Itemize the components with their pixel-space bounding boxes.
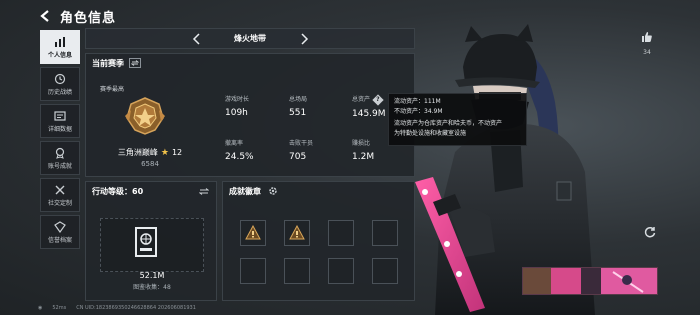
gear-icon[interactable] [268,186,278,196]
achievement-slot-empty[interactable] [372,220,398,246]
achievement-slot-empty[interactable] [328,258,354,284]
stat-value: 24.5% [225,152,254,162]
wifi-icon: ◉ [38,305,43,311]
credit-file-icon [54,220,66,233]
nav-label: 个人信息 [47,51,72,59]
panel-title: 成就徽章 [229,186,261,196]
season-best-label: 赛季最高 [100,86,125,93]
achievement-slot-empty[interactable] [240,258,266,284]
status-footer: ◉ 52ms CN UID:1823869350246628864 202606… [38,305,196,311]
assets-tooltip: 流动资产：111M 不动资产：34.9M 流动资产为仓库资产和哈夫币，不动资产 … [388,93,527,146]
collection-value: 52.1M [139,271,165,280]
action-level-panel: 行动等级：60 52.1M 图鉴收集：48 [85,181,217,301]
rank-emblem-icon [125,97,165,135]
stat-value: 145.9M [352,109,386,119]
stat-operators-defeated: 击败干员 705 [289,138,313,162]
stat-label: 游戏时长 [225,96,250,103]
nav-item-credit-file[interactable]: 信誉档案 [40,215,80,249]
star-icon: ★ [160,147,169,158]
tooltip-fixed-assets: 不动资产：34.9M [394,107,443,115]
nav-item-social-custom[interactable]: 社交定制 [40,178,80,212]
stat-total-assets: 总资产? 145.9M [352,94,386,119]
stat-value: 109h [225,108,248,118]
stat-label-text: 总资产 [352,96,371,103]
panel-title: 当前赛季 [92,58,124,68]
season-stats-panel: 当前赛季 赛季最高 三角洲巅峰 ★ 12 6584 游戏时长 109h 总场局 … [85,53,415,177]
stat-profit-loss-ratio: 赚损比 1.2M [352,138,374,162]
achievement-slot-empty[interactable] [372,258,398,284]
refresh-icon[interactable] [643,225,657,239]
rank-name: 三角洲巅峰 [117,148,158,157]
warning-badge-icon [245,225,261,240]
side-nav: 个人信息 历史战绩 详细数据 账号成就 社交定制 信誉档案 [40,30,80,252]
nav-item-achievements[interactable]: 账号成就 [40,141,80,175]
tooltip-note-line: 为特勤处设施和收藏室设施 [394,129,467,137]
like-count: 34 [643,49,651,56]
stat-value: 1.2M [352,152,375,162]
thumbs-up-icon [642,32,652,42]
nav-label: 历史战绩 [47,88,72,96]
stat-extraction-rate: 撤离率 24.5% [225,138,254,162]
stat-value: 705 [289,152,307,162]
achievements-panel: 成就徽章 [222,181,415,301]
like-button[interactable]: 34 [638,28,656,56]
skin-banner[interactable] [522,267,658,295]
rank-line: 三角洲巅峰 ★ 12 [100,147,200,158]
tooltip-note-line: 流动资产为仓库资产和哈夫币，不动资产 [394,120,503,127]
swap-icon[interactable] [129,58,141,68]
page-header: 角色信息 [38,6,116,26]
nav-label: 账号成就 [47,162,72,170]
season-selector: 烽火地带 [85,28,415,49]
achievement-badge[interactable] [284,220,310,246]
stat-label: 总场局 [289,96,308,103]
bar-chart-icon [55,36,65,47]
warning-badge-icon [289,225,305,240]
help-icon[interactable]: ? [372,94,384,106]
detail-data-icon [54,110,66,121]
stat-play-time: 游戏时长 109h [225,94,249,118]
rank-score: 6584 [141,160,159,168]
social-custom-icon [55,185,65,194]
nav-item-personal-info[interactable]: 个人信息 [40,30,80,64]
achievement-slot-empty[interactable] [284,258,310,284]
nav-item-history[interactable]: 历史战绩 [40,67,80,101]
tooltip-liquid-assets: 流动资产：111M [394,98,441,105]
back-arrow-icon[interactable] [38,9,52,23]
chevron-left-icon[interactable] [191,32,203,46]
achievement-badge[interactable] [240,220,266,246]
stat-label: 赚损比 [352,140,371,147]
rank-level: 12 [171,148,183,157]
chevron-right-icon[interactable] [298,32,310,46]
season-name: 烽火地带 [234,34,266,43]
collection-box-icon [135,227,157,257]
stat-label: 撤离率 [225,140,244,147]
page-title: 角色信息 [60,10,117,26]
nav-label: 详细数据 [47,125,72,133]
stat-total-matches: 总场局 551 [289,94,307,118]
stat-label: 总资产? [352,94,386,106]
stat-label: 击败干员 [289,140,314,147]
swap-icon[interactable] [198,186,210,196]
history-icon [54,73,66,84]
nav-item-detail-data[interactable]: 详细数据 [40,104,80,138]
nav-label: 社交定制 [47,199,72,207]
achievement-icon [55,147,65,159]
collection-count: 图鉴收集：48 [133,284,171,291]
panel-title: 行动等级：60 [92,186,144,196]
uid-text: CN UID:1823869350246628864 202606081931 [76,305,196,311]
achievement-slot-empty[interactable] [328,220,354,246]
stat-value: 551 [289,108,307,118]
ping-text: 52ms [52,305,67,311]
nav-label: 信誉档案 [47,236,72,244]
